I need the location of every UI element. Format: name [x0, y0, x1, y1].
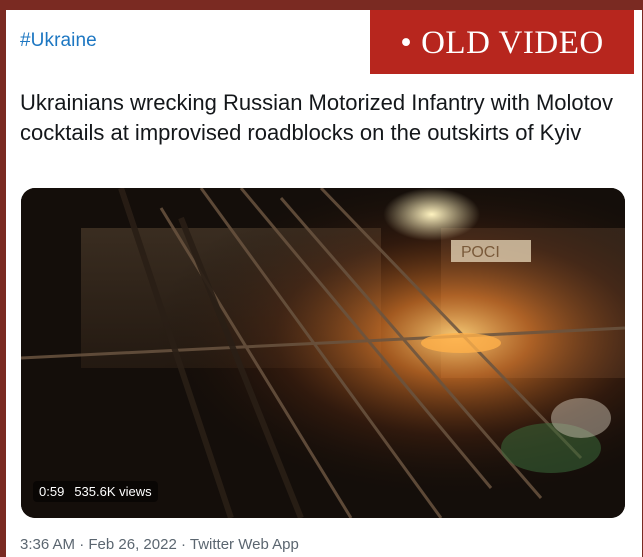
tweet-date: Feb 26, 2022: [88, 536, 177, 553]
tweet-text: Ukrainians wrecking Russian Motorized In…: [20, 90, 614, 145]
tweet-source: Twitter Web App: [189, 536, 299, 553]
video-views: 535.6K views: [74, 484, 152, 499]
shop-sign-text: РОСІ: [461, 244, 500, 261]
image-frame: #Ukraine • OLD VIDEO Ukrainians wrecking…: [0, 0, 643, 557]
separator: ·: [79, 536, 85, 553]
video-duration: 0:59: [39, 484, 65, 499]
separator: ·: [180, 536, 186, 553]
tweet-footer: 3:36 AM · Feb 26, 2022 · Twitter Web App: [20, 536, 299, 553]
old-video-label: • OLD VIDEO: [370, 10, 634, 74]
tweet-timestamp[interactable]: 3:36 AM · Feb 26, 2022: [20, 536, 177, 553]
video-player[interactable]: РОСІ 0:59 535.6K views: [21, 188, 625, 518]
video-meta: 0:59 535.6K views: [33, 481, 158, 502]
tweet-time: 3:36 AM: [20, 536, 76, 553]
video-frame: РОСІ: [21, 188, 625, 518]
tweet-card: #Ukraine • OLD VIDEO Ukrainians wrecking…: [6, 10, 642, 557]
hashtag-link[interactable]: #Ukraine: [20, 30, 97, 52]
